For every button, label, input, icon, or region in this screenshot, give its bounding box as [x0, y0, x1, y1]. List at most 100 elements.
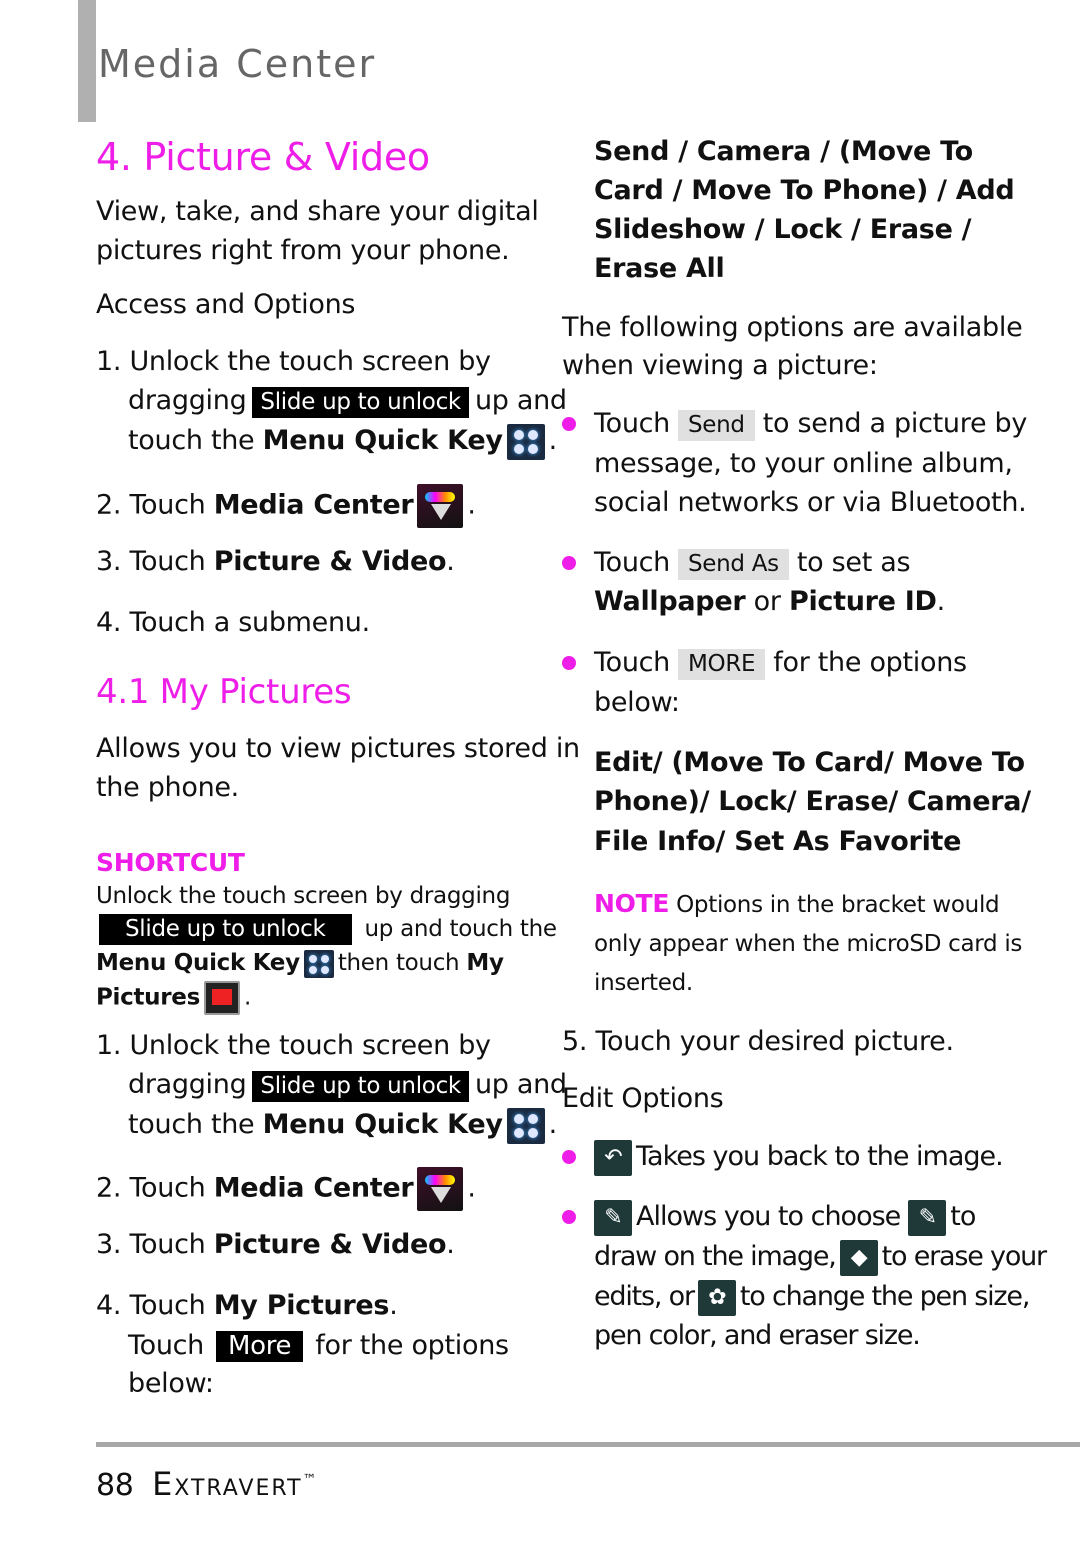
- picture-video-label: Picture & Video: [213, 546, 447, 577]
- options-list: Slideshow / Lock / Erase /: [594, 214, 972, 245]
- page-title: 4. Picture & Video: [96, 135, 430, 179]
- page-number: 88: [96, 1468, 134, 1503]
- text: Pictures: [96, 984, 200, 1011]
- footer: 88 Extravert™: [96, 1460, 317, 1506]
- media-center-icon: [417, 484, 464, 528]
- sub-intro: the phone.: [96, 772, 239, 803]
- back-option: ↶ Takes you back to the image.: [594, 1139, 1004, 1176]
- step-3: 3. Touch Picture & Video.: [96, 544, 455, 580]
- draw-pen-icon: ✎: [908, 1199, 947, 1236]
- text: edits, or: [594, 1281, 695, 1312]
- note-line: inserted.: [594, 970, 693, 996]
- bullet: [562, 1210, 576, 1224]
- shortcut-line: Pictures.: [96, 981, 251, 1015]
- draw-option-line: pen color, and eraser size.: [594, 1320, 921, 1351]
- picture-video-label: Picture & Video: [213, 1229, 447, 1260]
- text: Touch: [594, 408, 670, 439]
- note-label: NOTE: [594, 889, 670, 918]
- intro-line: View, take, and share your digital: [96, 196, 539, 227]
- step-1-line3: touch the Menu Quick Key.: [128, 1107, 557, 1144]
- menu-quick-key-icon: [506, 423, 545, 460]
- draw-option-line: draw on the image, ◆ to erase your: [594, 1239, 1047, 1276]
- shortcut-label: SHORTCUT: [96, 848, 245, 877]
- text: .: [936, 586, 946, 617]
- text: for the options: [773, 647, 967, 678]
- back-icon: ↶: [594, 1139, 632, 1176]
- more-button: MORE: [678, 649, 766, 680]
- text: touch the: [128, 1109, 255, 1140]
- text: Touch: [128, 1330, 204, 1361]
- text: to change the pen size,: [739, 1281, 1031, 1312]
- send-as-button: Send As: [678, 549, 789, 580]
- text: 3. Touch: [96, 1229, 206, 1260]
- eraser-icon: ◆: [839, 1239, 878, 1276]
- draw-option-line: edits, or ✿ to change the pen size,: [594, 1279, 1031, 1316]
- text: up and: [474, 1069, 567, 1100]
- step-1-line2: dragging Slide up to unlock up and: [128, 1067, 567, 1103]
- bullet: [562, 417, 576, 431]
- text: .: [548, 425, 558, 456]
- step-2: 2. Touch Media Center.: [96, 484, 476, 528]
- step-1-line3: touch the Menu Quick Key.: [128, 423, 557, 460]
- text: My: [466, 950, 504, 976]
- header-bar: [78, 0, 96, 122]
- text: up and: [474, 385, 567, 416]
- text: Touch: [594, 647, 670, 678]
- text: touch the: [128, 425, 255, 456]
- text: to: [950, 1201, 976, 1232]
- options-list: Edit/ (Move To Card/ Move To: [594, 747, 1025, 778]
- step-1: 1. Unlock the touch screen by: [96, 346, 491, 377]
- bullet: [562, 556, 576, 570]
- menu-quick-key-label: Menu Quick Key: [96, 950, 300, 976]
- more-chip: More: [216, 1331, 304, 1362]
- text: to set as: [796, 547, 911, 578]
- more-bullet: Touch MORE for the options: [594, 645, 967, 681]
- step-4: 4. Touch My Pictures.: [96, 1288, 398, 1324]
- step-4-line3: below:: [128, 1368, 214, 1399]
- following-text: The following options are available: [562, 312, 1023, 343]
- sub-intro: Allows you to view pictures stored in: [96, 733, 580, 764]
- text: or: [753, 586, 781, 617]
- following-text: when viewing a picture:: [562, 350, 878, 381]
- footer-rule: [96, 1442, 1080, 1447]
- media-center-label: Media Center: [213, 489, 414, 521]
- more-bullet-line: below:: [594, 687, 680, 718]
- text: .: [389, 1290, 398, 1321]
- my-pictures-label: My Pictures: [213, 1290, 390, 1321]
- menu-quick-key-label: Menu Quick Key: [262, 1109, 503, 1140]
- step-2: 2. Touch Media Center.: [96, 1167, 476, 1211]
- slide-unlock-chip: Slide up to unlock: [99, 914, 352, 945]
- menu-quick-key-icon: [303, 949, 334, 978]
- text: Allows you to choose: [636, 1201, 901, 1232]
- step-1: 1. Unlock the touch screen by: [96, 1030, 491, 1061]
- text: .: [548, 1109, 558, 1140]
- note: NOTE Options in the bracket would: [594, 888, 1000, 921]
- draw-option: ✎ Allows you to choose ✎ to: [594, 1199, 976, 1236]
- subsection-title: 4.1 My Pictures: [96, 672, 352, 712]
- text: 2. Touch: [96, 489, 206, 521]
- options-list: Card / Move To Phone) / Add: [594, 175, 1015, 206]
- shortcut-line: Slide up to unlock up and touch the: [96, 913, 557, 945]
- text: Touch: [594, 547, 670, 578]
- my-pictures-icon: [203, 981, 240, 1015]
- text: .: [446, 546, 455, 577]
- text: .: [446, 1229, 455, 1260]
- text: then touch: [337, 950, 460, 976]
- text: Picture ID: [788, 586, 937, 617]
- text: up and touch the: [364, 916, 558, 942]
- settings-icon: ✿: [697, 1279, 736, 1316]
- options-list: Send / Camera / (Move To: [594, 136, 973, 167]
- sendas-bullet: Touch Send As to set as: [594, 545, 911, 581]
- edit-options-heading: Edit Options: [562, 1083, 724, 1114]
- text: for the options: [315, 1330, 509, 1361]
- send-bullet-line: social networks or via Bluetooth.: [594, 487, 1027, 518]
- text: 2. Touch: [96, 1172, 206, 1204]
- step-5: 5. Touch your desired picture.: [562, 1026, 954, 1057]
- sendas-bullet-line: Wallpaper or Picture ID.: [594, 584, 945, 620]
- shortcut-line: Unlock the touch screen by dragging: [96, 883, 511, 909]
- send-bullet-line: message, to your online album,: [594, 448, 1013, 479]
- bullet: [562, 656, 576, 670]
- options-list: Phone)/ Lock/ Erase/ Camera/: [594, 786, 1031, 817]
- slide-unlock-chip: Slide up to unlock: [252, 1071, 469, 1102]
- options-list: Erase All: [594, 253, 725, 284]
